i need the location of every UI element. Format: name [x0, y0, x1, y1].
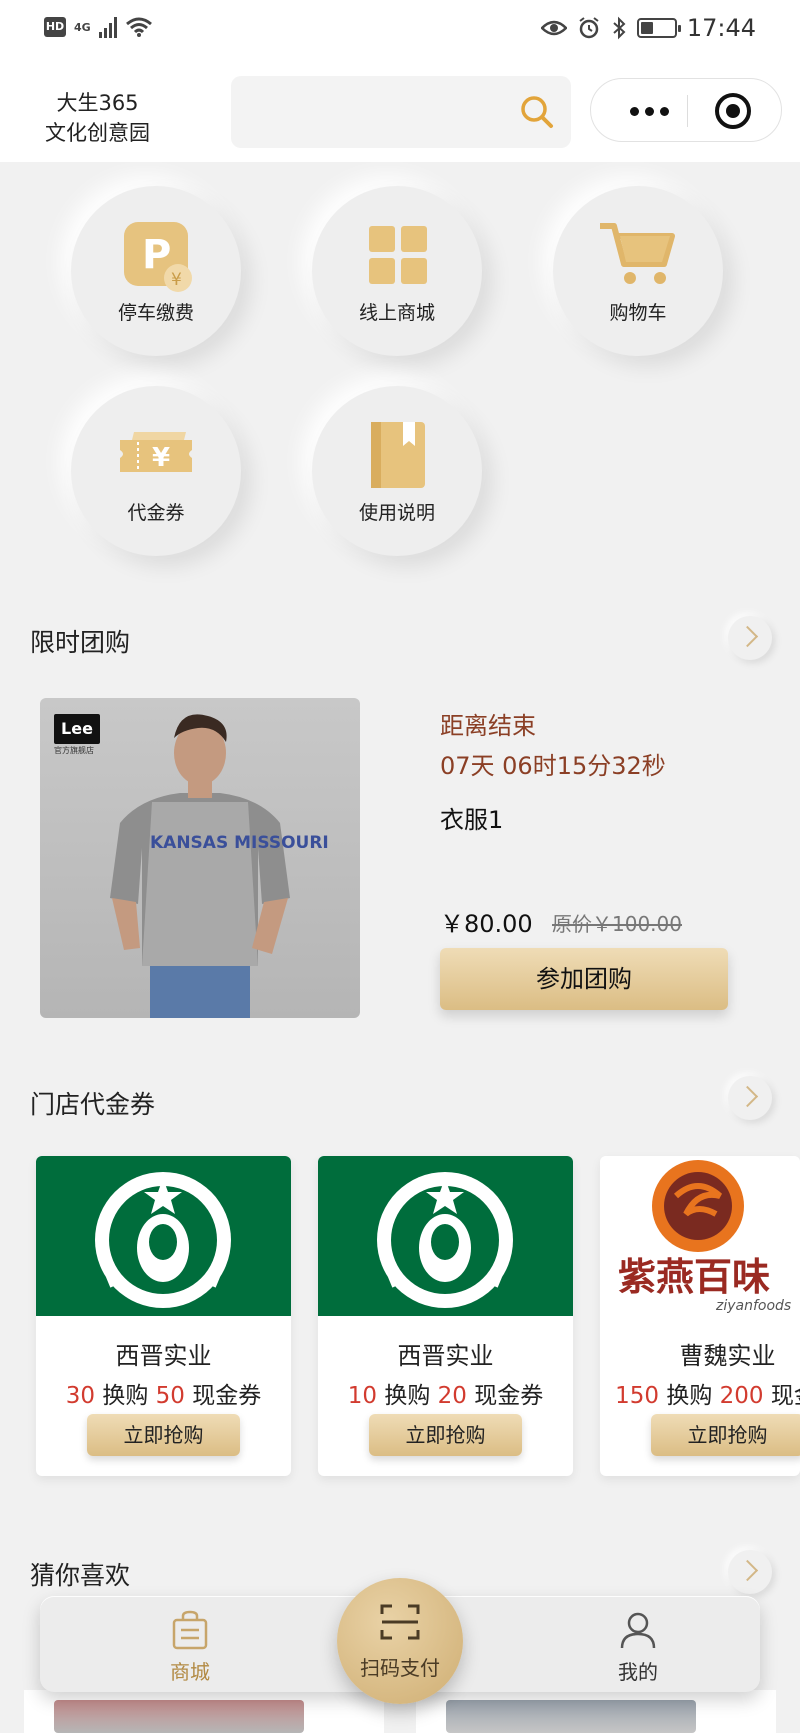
- clock: 17:44: [686, 14, 756, 42]
- nav-cart[interactable]: 购物车: [553, 186, 723, 356]
- wifi-icon: [125, 17, 152, 37]
- alarm-icon: [579, 17, 599, 39]
- group-buy-title: 限时团购: [30, 628, 131, 657]
- svg-text:紫燕百味: 紫燕百味: [618, 1255, 770, 1299]
- nav-label: 使用说明: [358, 502, 435, 524]
- tab-mine[interactable]: 我的: [538, 1596, 738, 1692]
- brand-name: 大生365 文化创意园: [30, 88, 165, 148]
- tab-mall[interactable]: 商城: [90, 1596, 290, 1692]
- svg-text:¥: ¥: [152, 443, 170, 473]
- grid-icon: [369, 226, 427, 284]
- book-icon: [371, 422, 425, 488]
- voucher-card[interactable]: 紫燕百味 ziyanfoods 曹魏实业 150 换购 200 现金券 立即抢购: [600, 1156, 800, 1476]
- tab-mine-label: 我的: [618, 1660, 658, 1684]
- brand-line-1: 大生365: [56, 91, 139, 115]
- tab-mall-label: 商城: [170, 1660, 210, 1684]
- nav-label: 代金券: [127, 502, 185, 524]
- voucher-card[interactable]: 西晋实业 30 换购 50 现金券 立即抢购: [36, 1156, 291, 1476]
- bluetooth-icon: [613, 16, 626, 40]
- nav-parking[interactable]: P ¥ 停车缴费: [71, 186, 241, 356]
- group-price: ￥80.00: [440, 910, 533, 938]
- svg-text:ziyanfoods: ziyanfoods: [715, 1298, 791, 1314]
- capsule-divider: [687, 95, 688, 127]
- scan-icon: [380, 1604, 420, 1640]
- status-bar: HD 4G 17:44: [0, 0, 800, 60]
- model-figure: KANSAS MISSOURI: [110, 714, 329, 1018]
- ziyan-logo: 紫燕百味 ziyanfoods: [600, 1156, 800, 1316]
- voucher-store-name: 曹魏实业: [679, 1342, 776, 1370]
- network-type: 4G: [74, 20, 91, 34]
- scan-pay-label: 扫码支付: [360, 1656, 440, 1680]
- miniprogram-capsule: [590, 78, 782, 142]
- close-miniprogram-icon[interactable]: [715, 93, 751, 129]
- voucher-deal: 150 换购 200 现金券: [615, 1383, 800, 1409]
- more-icon[interactable]: [619, 100, 679, 122]
- recommend-item[interactable]: [416, 1690, 776, 1733]
- voucher-card[interactable]: 西晋实业 10 换购 20 现金券 立即抢购: [318, 1156, 573, 1476]
- voucher-deal: 10 换购 20 现金券: [347, 1383, 544, 1409]
- top-header: HD 4G 17:44 大生365 文化创意园: [0, 0, 800, 162]
- starbucks-logo: [318, 1156, 573, 1316]
- countdown-label: 距离结束: [440, 712, 536, 740]
- user-icon: [620, 1612, 656, 1649]
- voucher-store-name: 西晋实业: [397, 1342, 494, 1370]
- recommend-image: [54, 1700, 304, 1733]
- nav-instructions[interactable]: 使用说明: [312, 386, 482, 556]
- vouchers-title: 门店代金券: [30, 1090, 156, 1119]
- nav-voucher[interactable]: ¥ 代金券: [71, 386, 241, 556]
- countdown-timer: 07天 06时15分32秒: [440, 752, 666, 780]
- vouchers-more-button[interactable]: [728, 1076, 772, 1120]
- original-price: 原价￥100.00: [552, 912, 682, 936]
- recommend-image: [446, 1700, 696, 1733]
- recommend-more-button[interactable]: [728, 1550, 772, 1594]
- eye-icon: [540, 20, 567, 36]
- buy-now-button[interactable]: 立即抢购: [651, 1414, 800, 1456]
- status-left: HD 4G: [44, 16, 153, 38]
- starbucks-logo: [36, 1156, 291, 1316]
- battery-icon: [636, 18, 681, 38]
- search-input[interactable]: [231, 76, 571, 148]
- shopping-bag-icon: [172, 1610, 208, 1650]
- cart-icon: [600, 223, 675, 284]
- voucher-store-name: 西晋实业: [115, 1342, 212, 1370]
- nav-label: 停车缴费: [117, 302, 194, 324]
- hd-badge: HD: [44, 17, 66, 37]
- voucher-deal: 30 换购 50 现金券: [65, 1383, 262, 1409]
- parking-icon: P ¥: [124, 222, 192, 292]
- search-icon[interactable]: [519, 94, 555, 130]
- nav-label: 线上商城: [358, 302, 435, 324]
- join-group-buy-button[interactable]: 参加团购: [440, 948, 728, 1010]
- status-right: 17:44: [540, 14, 756, 42]
- product-image[interactable]: Lee 官方旗舰店 KANSAS MISSOURI: [40, 698, 360, 1018]
- buy-now-button[interactable]: 立即抢购: [369, 1414, 522, 1456]
- nav-label: 购物车: [609, 302, 667, 324]
- signal-icon: [98, 16, 117, 38]
- svg-text:KANSAS MISSOURI: KANSAS MISSOURI: [150, 833, 329, 853]
- product-name[interactable]: 衣服1: [440, 800, 503, 835]
- ticket-icon: ¥: [120, 432, 192, 473]
- svg-text:¥: ¥: [171, 270, 182, 290]
- group-buy-more-button[interactable]: [728, 616, 772, 660]
- nav-online-mall[interactable]: 线上商城: [312, 186, 482, 356]
- recommend-title: 猜你喜欢: [30, 1561, 131, 1590]
- scan-pay-button[interactable]: 扫码支付: [337, 1578, 463, 1704]
- brand-line-2: 文化创意园: [45, 121, 150, 145]
- recommend-item[interactable]: [24, 1690, 384, 1733]
- buy-now-button[interactable]: 立即抢购: [87, 1414, 240, 1456]
